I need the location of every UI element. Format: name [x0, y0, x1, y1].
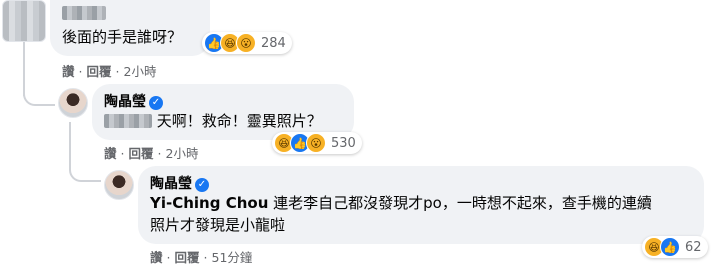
- surprised-face-icon: 😮: [306, 133, 326, 153]
- avatar-blurred[interactable]: [2, 0, 46, 42]
- reply-button[interactable]: 回覆: [129, 146, 154, 161]
- reaction-summary[interactable]: 😆 👍 😮 530: [272, 132, 362, 154]
- comment-bubble: 後面的手是誰呀？: [50, 0, 210, 56]
- comment-actions: 讚 · 回覆 · 51分鐘: [150, 250, 253, 265]
- timestamp[interactable]: 2小時: [124, 64, 157, 79]
- author-name[interactable]: 陶晶瑩 ✓: [104, 91, 163, 111]
- comment-text: 後面的手是誰呀？: [62, 28, 183, 46]
- mention-link[interactable]: Yi-Ching Chou: [150, 194, 268, 212]
- comment-text: 天啊！救命！靈異照片？: [156, 112, 322, 130]
- reaction-count: 530: [331, 135, 356, 151]
- like-button[interactable]: 讚: [104, 146, 117, 161]
- avatar[interactable]: [58, 88, 88, 118]
- reply-button[interactable]: 回覆: [87, 64, 112, 79]
- mention-blurred[interactable]: [104, 114, 152, 128]
- thread-curve-reply-2: [69, 154, 101, 182]
- reaction-count: 62: [685, 239, 702, 255]
- comment-actions: 讚 · 回覆 · 2小時: [62, 64, 157, 79]
- verified-badge-icon: ✓: [149, 96, 163, 110]
- author-name-blurred[interactable]: [62, 6, 106, 20]
- like-button[interactable]: 讚: [150, 250, 163, 265]
- thumbs-up-icon: 👍: [660, 237, 680, 257]
- comment-bubble: 陶晶瑩 ✓ Yi-Ching Chou 連老李自己都沒發現才po，一時想不起來，查…: [138, 166, 704, 244]
- comment-actions: 讚 · 回覆 · 2小時: [104, 146, 199, 161]
- comment-text-row: 天啊！救命！靈異照片？: [104, 110, 322, 132]
- timestamp[interactable]: 2小時: [166, 146, 199, 161]
- surprised-face-icon: 😮: [236, 33, 256, 53]
- timestamp[interactable]: 51分鐘: [212, 250, 253, 265]
- reaction-summary[interactable]: 😆 👍 62: [642, 236, 708, 258]
- author-name[interactable]: 陶晶瑩 ✓: [150, 173, 209, 193]
- comment-text: Yi-Ching Chou 連老李自己都沒發現才po，一時想不起來，查手機的連續…: [150, 194, 652, 234]
- like-button[interactable]: 讚: [62, 64, 75, 79]
- verified-badge-icon: ✓: [195, 178, 209, 192]
- thread-curve-reply-1: [23, 80, 55, 106]
- avatar[interactable]: [104, 170, 134, 200]
- reaction-count: 284: [261, 35, 286, 51]
- reply-button[interactable]: 回覆: [175, 250, 200, 265]
- reaction-summary[interactable]: 👍 😆 😮 284: [202, 32, 292, 54]
